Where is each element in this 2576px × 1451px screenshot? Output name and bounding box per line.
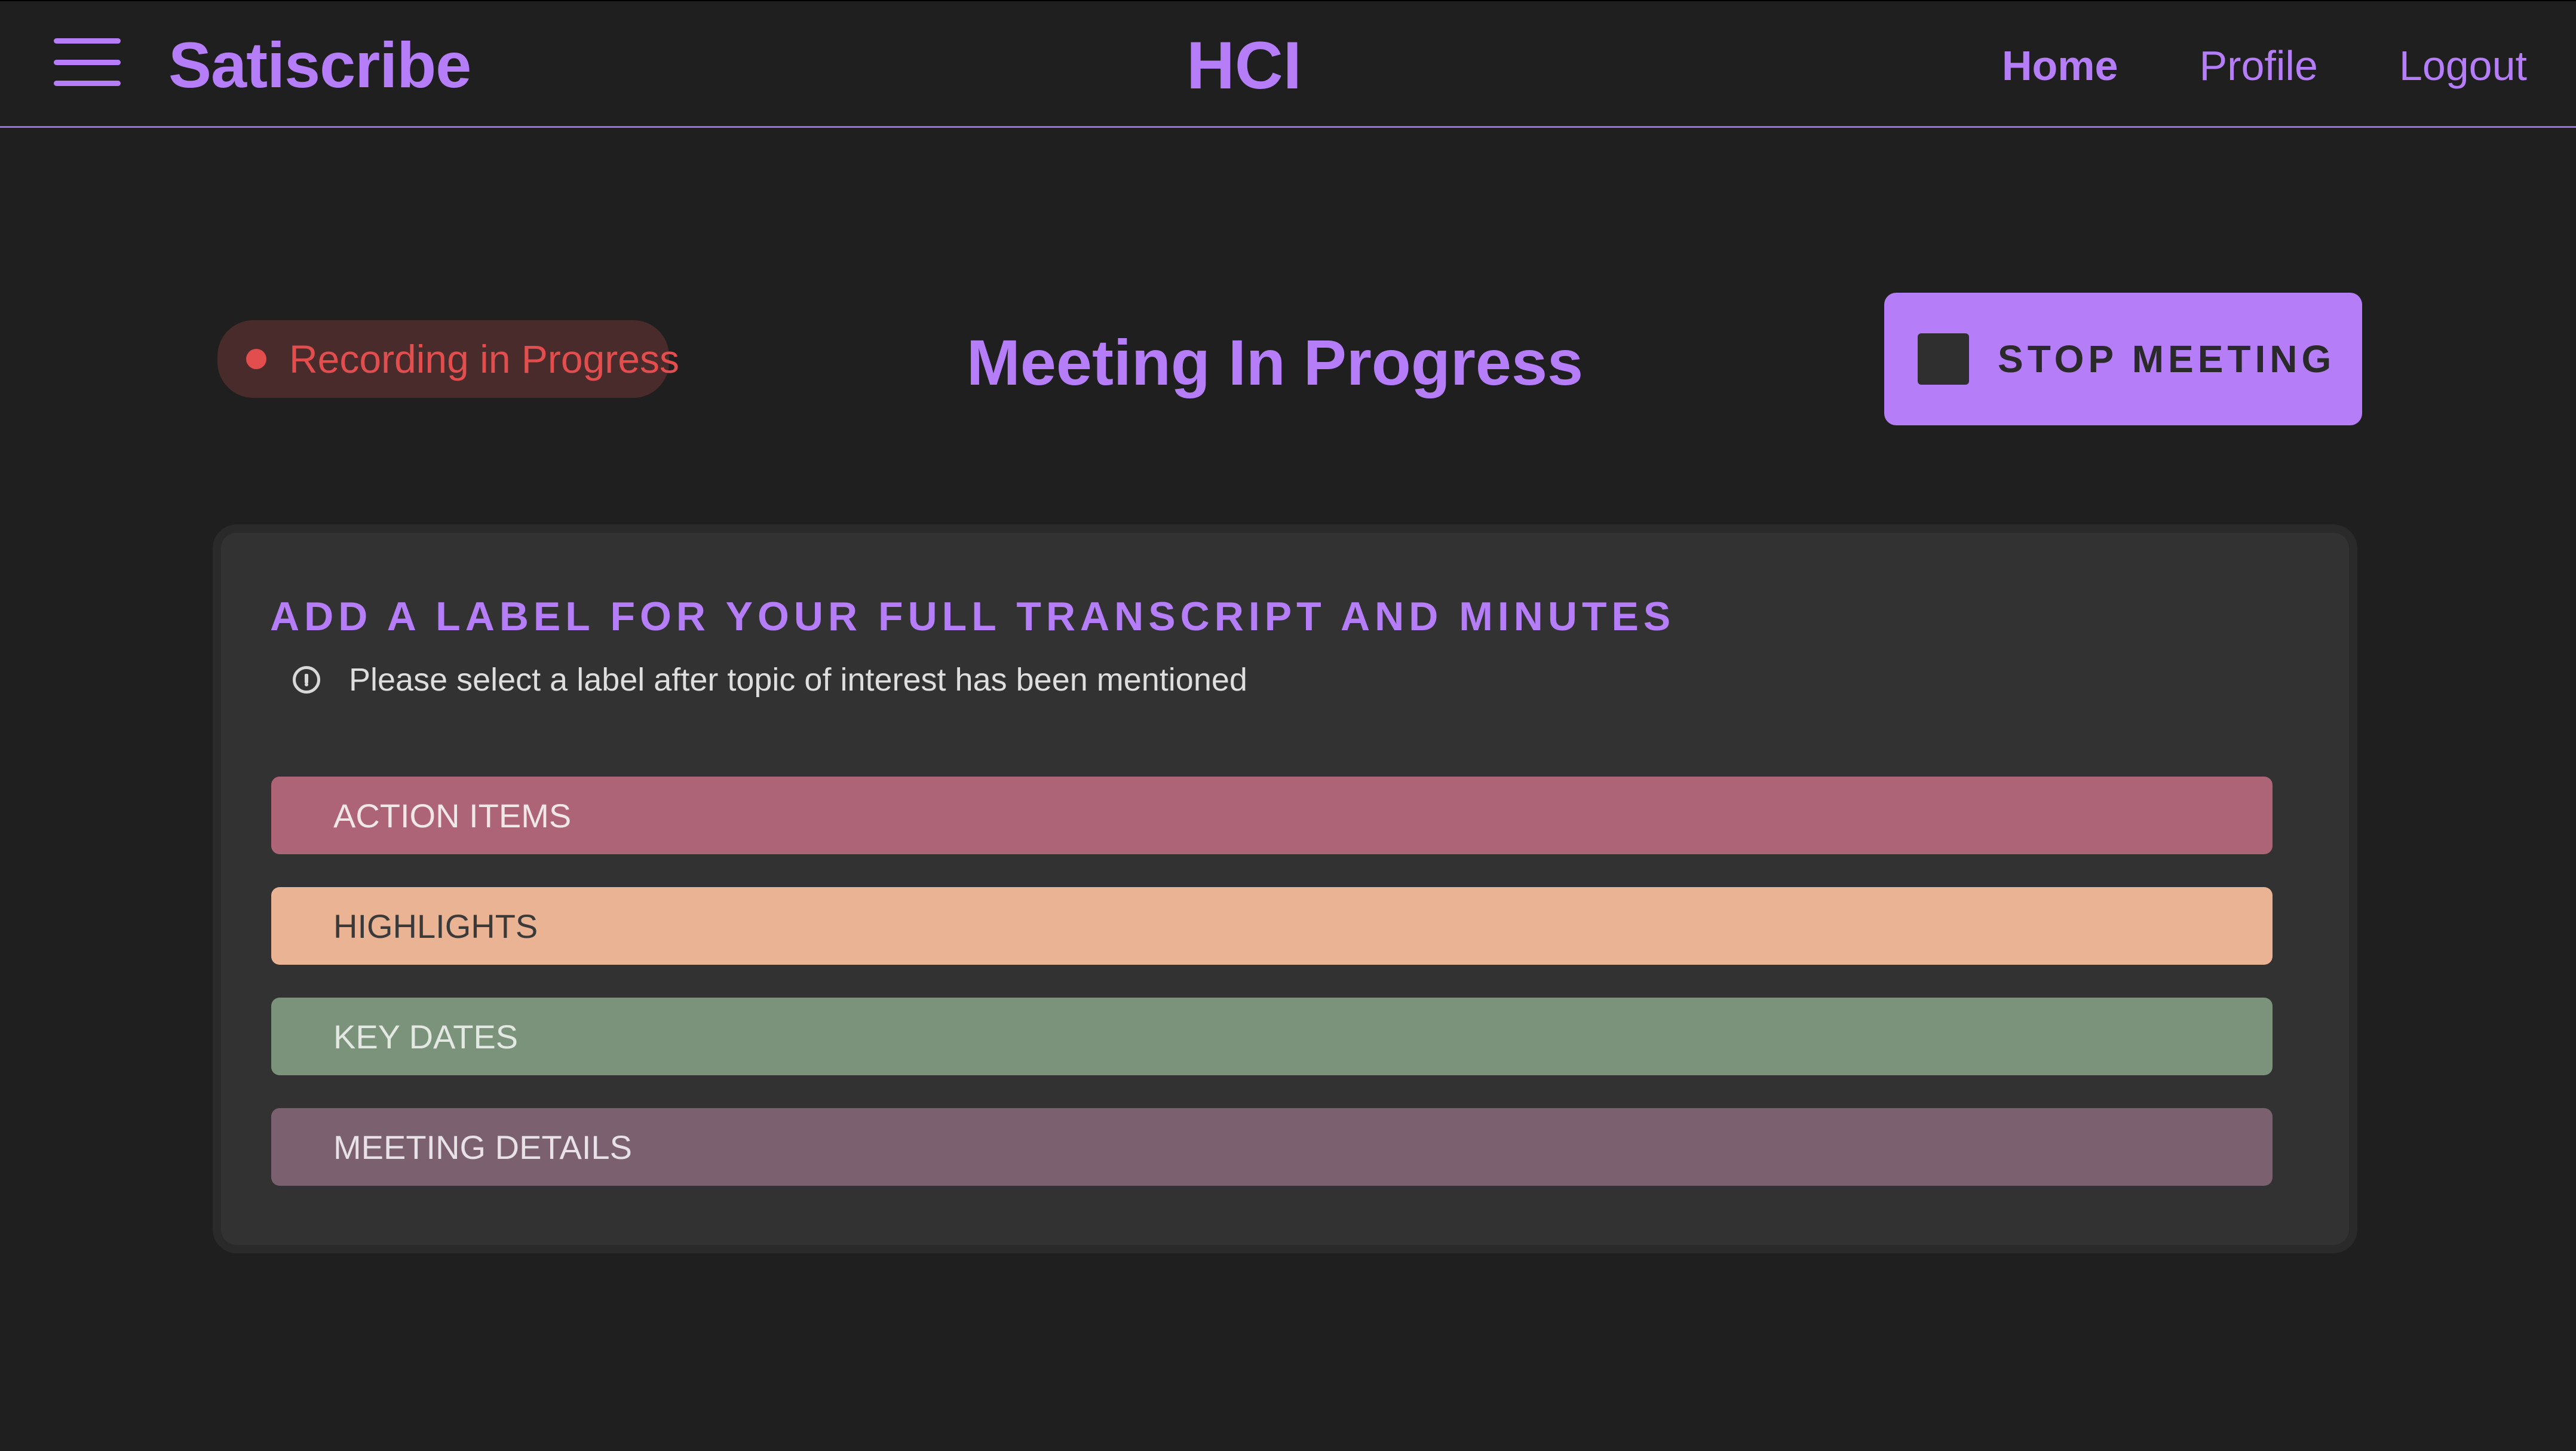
stop-square-icon [1918, 333, 1969, 385]
nav-home-link[interactable]: Home [2002, 36, 2118, 96]
label-key-dates-button[interactable]: KEY DATES [271, 998, 2273, 1075]
hint-text: Please select a label after topic of int… [349, 662, 1247, 698]
card-title: ADD A LABEL FOR YOUR FULL TRANSCRIPT AND… [270, 594, 1676, 639]
label-action-items-button[interactable]: ACTION ITEMS [271, 777, 2273, 854]
label-list: ACTION ITEMS HIGHLIGHTS KEY DATES MEETIN… [271, 777, 2273, 1219]
label-meeting-details-button[interactable]: MEETING DETAILS [271, 1108, 2273, 1186]
stop-meeting-label: STOP MEETING [1998, 338, 2336, 381]
page-title: Meeting In Progress [966, 326, 1584, 398]
brand-logo-text[interactable]: Satiscribe [168, 26, 471, 104]
recording-status-text: Recording in Progress [289, 337, 679, 381]
info-exclamation-icon [293, 666, 320, 694]
nav-logout-link[interactable]: Logout [2399, 36, 2527, 96]
hint-row: Please select a label after topic of int… [293, 656, 1247, 704]
hamburger-menu-icon[interactable] [54, 38, 121, 86]
header-title: HCI [1186, 28, 1302, 103]
top-navbar: Satiscribe HCI Home Profile Logout [0, 0, 2576, 128]
nav-links: Home Profile Logout [2002, 36, 2527, 96]
recording-status-badge: Recording in Progress [217, 320, 679, 398]
nav-profile-link[interactable]: Profile [2199, 36, 2317, 96]
label-highlights-button[interactable]: HIGHLIGHTS [271, 887, 2273, 965]
recording-dot-icon [246, 349, 266, 369]
stop-meeting-button[interactable]: STOP MEETING [1884, 293, 2362, 425]
